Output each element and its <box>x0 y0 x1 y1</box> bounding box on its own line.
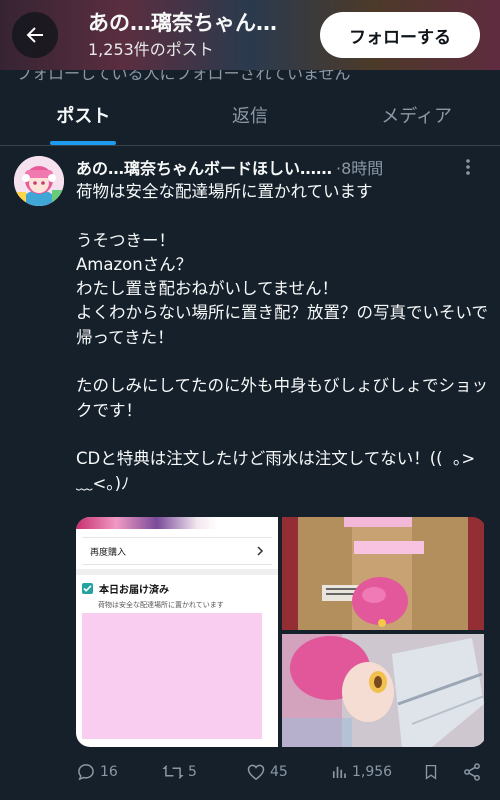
heart-icon <box>247 764 265 780</box>
post-media-grid: 再度購入 本日お届け済み 荷物は安全な配達場所に置かれています <box>76 517 486 747</box>
tab-posts-label: ポスト <box>56 105 111 127</box>
like-count: 45 <box>270 764 288 780</box>
repost-count: 5 <box>188 764 197 780</box>
media-screenshot[interactable]: 再度購入 本日お届け済み 荷物は安全な配達場所に置かれています <box>76 517 278 747</box>
tab-media[interactable]: メディア <box>333 84 500 145</box>
rebuy-label: 再度購入 <box>90 547 127 558</box>
media-package-photo[interactable] <box>282 517 484 630</box>
bookmark-icon <box>425 764 437 780</box>
tab-replies-label: 返信 <box>232 105 268 127</box>
screenshot-top-strip <box>76 517 278 529</box>
post-count: 1,253件のポスト <box>88 40 214 59</box>
more-options-button[interactable] <box>456 154 480 180</box>
post-header: あの…璃奈ちゃんボードほしい…… ·8時間 <box>76 154 486 180</box>
share-icon <box>464 763 480 781</box>
views-bar-chart-icon <box>332 766 346 778</box>
active-tab-indicator <box>50 141 117 145</box>
profile-tabs: ポスト 返信 メディア <box>0 84 500 146</box>
follow-status-note: フォローしている人にフォローされていません <box>16 70 351 83</box>
profile-name: あの…璃奈ちゃん… <box>88 11 277 35</box>
check-icon <box>82 583 93 594</box>
profile-header: あの…璃奈ちゃん… 1,253件のポスト フォローする <box>0 0 500 70</box>
views-button[interactable]: 1,956 <box>330 763 422 781</box>
post-actions: 16 5 45 1,956 <box>76 760 492 784</box>
chevron-right-icon <box>257 546 264 556</box>
more-vertical-icon <box>466 159 470 175</box>
reply-count: 16 <box>100 764 118 780</box>
tab-media-label: メディア <box>381 105 453 127</box>
delivery-status-box: 本日お届け済み 荷物は安全な配達場所に置かれています <box>82 581 272 743</box>
reply-button[interactable]: 16 <box>76 762 162 782</box>
header-title-block: あの…璃奈ちゃん… 1,253件のポスト <box>88 9 318 61</box>
delivered-title: 本日お届け済み <box>99 585 169 596</box>
rebuy-row: 再度購入 <box>82 537 272 565</box>
tab-replies[interactable]: 返信 <box>167 84 334 145</box>
arrow-left-icon <box>26 27 43 43</box>
media-figure-photo[interactable] <box>282 634 484 747</box>
follow-status-note-strip: フォローしている人にフォローされていません <box>0 70 500 84</box>
like-button[interactable]: 45 <box>246 762 330 782</box>
bookmark-button[interactable] <box>422 762 462 782</box>
follow-button[interactable]: フォローする <box>320 12 480 58</box>
screenshot-divider <box>76 569 278 575</box>
reply-icon <box>78 764 94 781</box>
post-item[interactable]: あの…璃奈ちゃんボードほしい…… ·8時間 荷物は安全な配達場所に置かれています… <box>0 146 500 800</box>
post-timestamp[interactable]: ·8時間 <box>336 155 383 179</box>
back-button[interactable] <box>12 12 58 58</box>
repost-icon <box>162 765 184 779</box>
post-author-name[interactable]: あの…璃奈ちゃんボードほしい…… <box>76 155 332 179</box>
tab-posts[interactable]: ポスト <box>0 84 167 145</box>
views-count: 1,956 <box>352 764 393 780</box>
package-photo-image <box>282 517 484 630</box>
avatar[interactable] <box>14 156 64 206</box>
post-text: 荷物は安全な配達場所に置かれています うそつきー！ Amazonさん？ わたし置… <box>76 182 489 493</box>
share-button[interactable] <box>462 762 486 782</box>
repost-button[interactable]: 5 <box>162 762 246 782</box>
redacted-photo-block <box>82 613 262 739</box>
avatar-image <box>14 156 64 206</box>
delivered-subtitle: 荷物は安全な配達場所に置かれています <box>98 601 224 609</box>
figure-photo-image <box>282 634 484 747</box>
